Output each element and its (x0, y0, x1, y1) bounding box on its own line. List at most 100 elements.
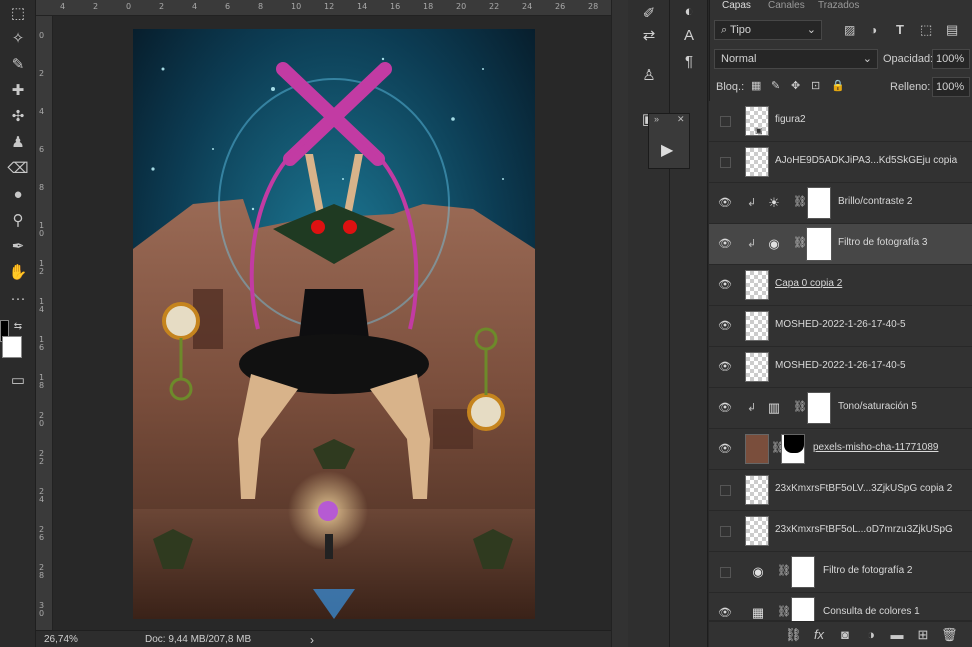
layer-row[interactable]: 👁 MOSHED-2022-1-26-17-40-5 (709, 347, 972, 388)
clone-source-icon[interactable]: ♙ (635, 64, 663, 88)
hand-tool-icon[interactable]: ✋ (6, 262, 30, 284)
puppet-warp-tool-icon[interactable]: ✣ (6, 106, 30, 128)
character-icon[interactable]: A (675, 24, 703, 48)
tab-paths[interactable]: Trazados (818, 0, 859, 12)
pixel-filter-icon[interactable]: ▨ (844, 23, 855, 37)
screen-mode-icon[interactable]: ▭ (6, 370, 30, 392)
layer-name[interactable]: MOSHED-2022-1-26-17-40-5 (775, 360, 906, 371)
layer-name[interactable]: Filtro de fotografía 2 (823, 565, 913, 576)
lock-image-icon[interactable]: ✎ (771, 79, 780, 92)
more-tools-icon[interactable]: ··· (6, 288, 30, 310)
layer-name[interactable]: Filtro de fotografía 3 (838, 237, 928, 248)
eye-icon[interactable]: 👁 (718, 402, 732, 414)
layer-name[interactable]: AJoHE9D5ADKJiPA3...Kd5SkGEju copia (775, 155, 957, 166)
new-adjustment-layer-icon[interactable]: ◑ (863, 627, 879, 642)
visibility-toggle-off[interactable] (720, 567, 731, 578)
link-icon[interactable]: ⛓ (793, 236, 807, 249)
layer-row[interactable]: 👁 ⛓ pexels-misho-cha-11771089 (709, 429, 972, 470)
zoom-level[interactable]: 26,74% (44, 634, 78, 645)
eyedropper-tool-icon[interactable]: ✎ (6, 54, 30, 76)
lock-position-icon[interactable]: ✥ (791, 79, 800, 92)
layer-row[interactable]: ▣ figura2 (709, 101, 972, 142)
link-layers-icon[interactable]: ⛓ (785, 627, 802, 643)
tab-channels[interactable]: Canales (768, 0, 805, 12)
link-icon[interactable]: ⛓ (777, 564, 791, 577)
type-filter-icon[interactable]: T (896, 22, 904, 37)
new-layer-icon[interactable]: ⊞ (915, 627, 931, 643)
smart-filter-icon[interactable]: ▤ (946, 22, 958, 38)
eye-icon[interactable]: 👁 (718, 197, 732, 209)
layer-row[interactable]: AJoHE9D5ADKJiPA3...Kd5SkGEju copia (709, 142, 972, 183)
delete-layer-icon[interactable]: 🗑 (941, 627, 958, 643)
layer-mask-thumbnail[interactable] (807, 187, 831, 219)
shape-filter-icon[interactable]: ⬚ (920, 22, 932, 38)
new-group-icon[interactable]: ▬ (889, 627, 905, 642)
layer-row[interactable]: 👁 ▦ ⛓ Consulta de colores 1 (709, 593, 972, 629)
layer-name[interactable]: figura2 (775, 114, 806, 125)
add-mask-icon[interactable]: ◙ (837, 627, 853, 642)
eraser-tool-icon[interactable]: ⌫ (6, 158, 30, 180)
magic-wand-tool-icon[interactable]: ✧ (6, 28, 30, 50)
layer-row[interactable]: 👁 Capa 0 copia 2 (709, 265, 972, 306)
visibility-toggle-off[interactable] (720, 526, 731, 537)
lock-artboard-icon[interactable]: ⊡ (811, 79, 820, 92)
vertical-scrollbar[interactable] (611, 0, 628, 647)
eye-icon[interactable]: 👁 (718, 238, 732, 250)
lock-all-icon[interactable]: 🔒 (831, 79, 845, 92)
paragraph-icon[interactable]: ¶ (675, 50, 703, 74)
layer-row[interactable]: 👁 MOSHED-2022-1-26-17-40-5 (709, 306, 972, 347)
lock-transparent-icon[interactable]: ▦ (751, 79, 761, 92)
layer-name[interactable]: MOSHED-2022-1-26-17-40-5 (775, 319, 906, 330)
layer-row[interactable]: ◉ ⛓ Filtro de fotografía 2 (709, 552, 972, 593)
fill-input[interactable]: 100% (932, 77, 970, 97)
layer-row-selected[interactable]: 👁 ↲ ◉ ⛓ Filtro de fotografía 3 (709, 224, 972, 265)
adjustments-icon[interactable]: ◐ (675, 0, 703, 24)
layer-name[interactable]: 23xKmxrsFtBF5oL...oD7mrzu3ZjkUSpG (775, 524, 953, 535)
link-icon[interactable]: ⛓ (777, 605, 791, 618)
layer-name[interactable]: Capa 0 copia 2 (775, 278, 842, 289)
layer-row[interactable]: 23xKmxrsFtBF5oLV...3ZjkUSpG copia 2 (709, 470, 972, 511)
eye-icon[interactable]: 👁 (718, 361, 732, 373)
popup-expand-icon[interactable]: » (654, 114, 659, 124)
eye-icon[interactable]: 👁 (718, 320, 732, 332)
layer-name[interactable]: pexels-misho-cha-11771089 (813, 442, 938, 453)
layer-row[interactable]: 23xKmxrsFtBF5oL...oD7mrzu3ZjkUSpG (709, 511, 972, 552)
dodge-tool-icon[interactable]: ⚲ (6, 210, 30, 232)
layer-row[interactable]: 👁 ↲ ☀ ⛓ Brillo/contraste 2 (709, 183, 972, 224)
stamp-tool-icon[interactable]: ♟ (6, 132, 30, 154)
link-icon[interactable]: ⛓ (793, 195, 807, 208)
layer-name[interactable]: 23xKmxrsFtBF5oLV...3ZjkUSpG copia 2 (775, 483, 952, 494)
healing-brush-tool-icon[interactable]: ✚ (6, 80, 30, 102)
pen-tool-icon[interactable]: ✒ (6, 236, 30, 258)
blur-tool-icon[interactable]: ● (6, 184, 30, 206)
adjustment-filter-icon[interactable]: ◑ (870, 23, 877, 37)
play-action-icon[interactable]: ▶ (661, 140, 673, 160)
popup-close-icon[interactable]: ✕ (677, 114, 685, 125)
visibility-toggle-off[interactable] (720, 116, 731, 127)
layer-name[interactable]: Brillo/contraste 2 (838, 196, 912, 207)
link-icon[interactable]: ⛓ (793, 400, 807, 413)
blend-mode-select[interactable]: Normal ⌄ (714, 49, 878, 69)
layer-mask-thumbnail[interactable] (781, 434, 805, 464)
marquee-tool-icon[interactable]: ⬚ (6, 3, 30, 25)
layer-name[interactable]: Tono/saturación 5 (838, 401, 917, 412)
tab-layers[interactable]: Capas (722, 0, 751, 12)
layer-row[interactable]: 👁 ↲ ▥ ⛓ Tono/saturación 5 (709, 388, 972, 429)
background-color-swatch[interactable] (2, 336, 22, 358)
eye-icon[interactable]: 👁 (718, 607, 732, 619)
document-canvas[interactable] (133, 29, 535, 619)
eye-icon[interactable]: 👁 (718, 443, 732, 455)
eye-icon[interactable]: 👁 (718, 279, 732, 291)
layer-mask-thumbnail[interactable] (806, 227, 832, 261)
brush-presets-icon[interactable]: ⇄ (635, 24, 663, 48)
layer-mask-thumbnail[interactable] (807, 392, 831, 424)
swap-colors-icon[interactable]: ⇆ (12, 316, 24, 338)
brush-settings-icon[interactable]: ✐ (635, 2, 663, 26)
fx-icon[interactable]: fx (811, 627, 827, 642)
visibility-toggle-off[interactable] (720, 485, 731, 496)
opacity-input[interactable]: 100% (932, 49, 970, 69)
layer-mask-thumbnail[interactable] (791, 556, 815, 588)
visibility-toggle-off[interactable] (720, 157, 731, 168)
layer-name[interactable]: Consulta de colores 1 (823, 606, 920, 617)
status-menu-arrow-icon[interactable]: › (310, 633, 314, 647)
